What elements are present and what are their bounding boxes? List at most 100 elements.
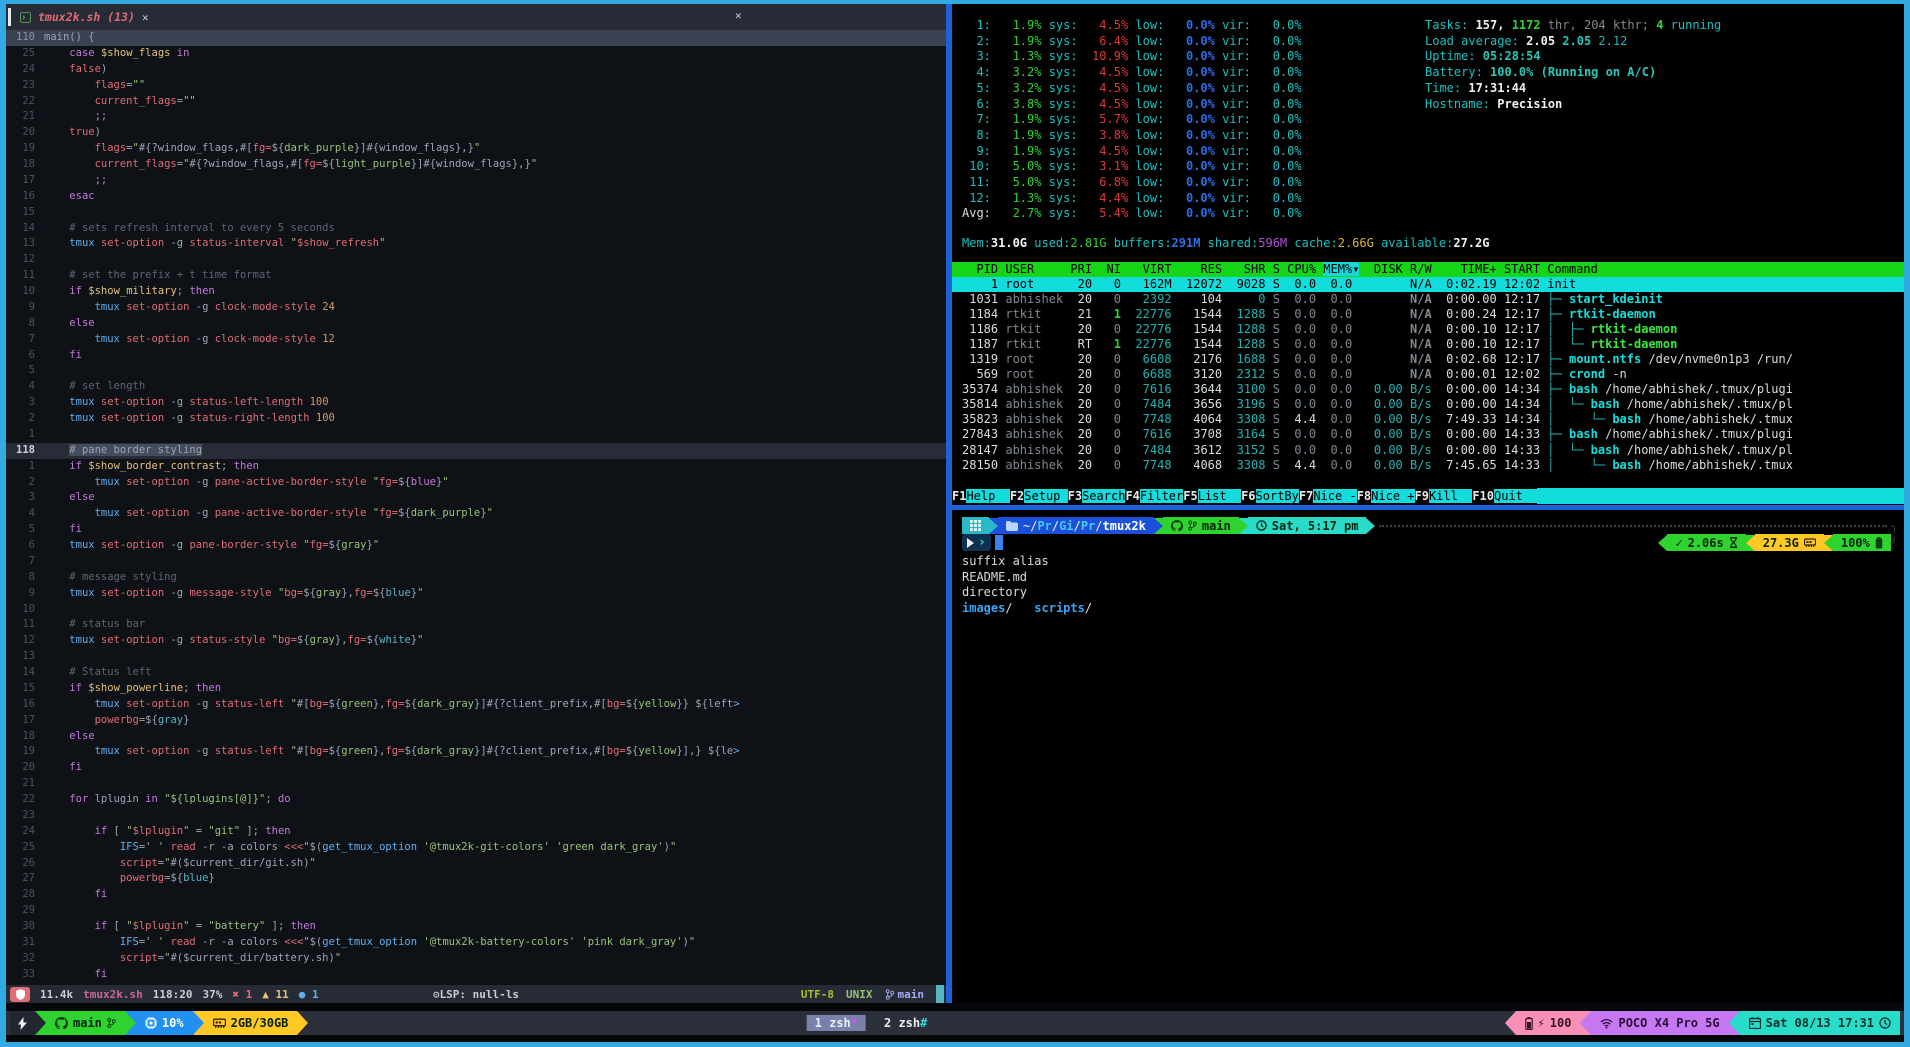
fkey-f5[interactable]: F5List xyxy=(1183,488,1241,504)
process-table-header[interactable]: PID USER PRI NI VIRT RES SHR S CPU% MEM%… xyxy=(952,262,1904,277)
process-row[interactable]: 1 root 20 0 162M 12072 9028 S 0.0 0.0 N/… xyxy=(952,277,1904,292)
terminal-cursor[interactable] xyxy=(995,535,1003,550)
code-line[interactable]: 22 for lplugin in "${lplugins[@]}"; do xyxy=(6,792,946,808)
code-line[interactable]: 18 current_flags="#{?window_flags,#[fg=$… xyxy=(6,157,946,173)
code-line[interactable]: 22 current_flags="" xyxy=(6,94,946,110)
code-line[interactable]: 25 case $show_flags in xyxy=(6,46,946,62)
code-line[interactable]: 1 if $show_border_contrast; then xyxy=(6,459,946,475)
code-line[interactable]: 13 xyxy=(6,649,946,665)
code-line[interactable]: 4 tmux set-option -g pane-active-border-… xyxy=(6,506,946,522)
tabline-close-icon[interactable]: ✕ xyxy=(735,9,742,22)
output-line: suffix alias xyxy=(962,554,1092,570)
code-line[interactable]: 12 xyxy=(6,252,946,268)
code-line[interactable]: 15 xyxy=(6,205,946,221)
code-line[interactable]: 17 powerbg=${gray} xyxy=(6,713,946,729)
code-line[interactable]: 118 # pane border styling xyxy=(6,443,946,459)
code-line[interactable]: 6 fi xyxy=(6,348,946,364)
code-line[interactable]: 17 ;; xyxy=(6,173,946,189)
process-row[interactable]: 28147 abhishek 20 0 7484 3612 3152 S 0.0… xyxy=(952,443,1904,458)
fkey-f7[interactable]: F7Nice - xyxy=(1299,488,1357,504)
tab-tmux2k[interactable]: tmux2k.sh (13) ✕ xyxy=(20,4,149,30)
code-line[interactable]: 5 fi xyxy=(6,522,946,538)
line-number: 10 xyxy=(6,602,44,618)
session-segment[interactable]: main xyxy=(46,1011,125,1035)
code-line[interactable]: 20 fi xyxy=(6,760,946,776)
code-line[interactable]: 6 tmux set-option -g pane-border-style "… xyxy=(6,538,946,554)
window-item-1-zsh[interactable]: 1 zsh* xyxy=(807,1015,866,1031)
fkey-f3[interactable]: F3Search xyxy=(1068,488,1126,504)
process-row[interactable]: 27843 abhishek 20 0 7616 3708 3164 S 0.0… xyxy=(952,427,1904,442)
code-line[interactable]: 11 # set the prefix + t time format xyxy=(6,268,946,284)
code-line[interactable]: 24 if [ "$lplugin" = "git" ]; then xyxy=(6,824,946,840)
process-row[interactable]: 1186 rtkit 20 0 22776 1544 1288 S 0.0 0.… xyxy=(952,322,1904,337)
code-line[interactable]: 110main() { xyxy=(6,30,946,46)
code-line[interactable]: 21 xyxy=(6,776,946,792)
code-line[interactable]: 23 flags="" xyxy=(6,78,946,94)
code-line[interactable]: 8 # message styling xyxy=(6,570,946,586)
code-line[interactable]: 30 if [ "$lplugin" = "battery" ]; then xyxy=(6,919,946,935)
code-line[interactable]: 3 else xyxy=(6,490,946,506)
code-line[interactable]: 18 else xyxy=(6,729,946,745)
process-row[interactable]: 569 root 20 0 6688 3120 2312 S 0.0 0.0 N… xyxy=(952,367,1904,382)
code-line[interactable]: 7 xyxy=(6,554,946,570)
code-line[interactable]: 16 esac xyxy=(6,189,946,205)
fkey-f8[interactable]: F8Nice + xyxy=(1357,488,1415,504)
code-line[interactable]: 27 powerbg=${blue} xyxy=(6,871,946,887)
code-line[interactable]: 20 true) xyxy=(6,125,946,141)
powerline-arrow xyxy=(989,518,998,534)
code-line[interactable]: 16 tmux set-option -g status-left "#[bg=… xyxy=(6,697,946,713)
code-line[interactable]: 7 tmux set-option -g clock-mode-style 12 xyxy=(6,332,946,348)
code-line[interactable]: 8 else xyxy=(6,316,946,332)
process-row[interactable]: 35814 abhishek 20 0 7484 3656 3196 S 0.0… xyxy=(952,397,1904,412)
process-row[interactable]: 35374 abhishek 20 0 7616 3644 3100 S 0.0… xyxy=(952,382,1904,397)
code-line[interactable]: 14 # sets refresh interval to every 5 se… xyxy=(6,221,946,237)
code-line[interactable]: 31 IFS=' ' read -r -a colors <<<"$(get_t… xyxy=(6,935,946,951)
fkey-f4[interactable]: F4Filter xyxy=(1125,488,1183,504)
fkey-f1[interactable]: F1Help xyxy=(952,488,1010,504)
code-line[interactable]: 25 IFS=' ' read -r -a colors <<<"$(get_t… xyxy=(6,840,946,856)
code-line[interactable]: 29 xyxy=(6,903,946,919)
code-line[interactable]: 19 tmux set-option -g status-left "#[bg=… xyxy=(6,744,946,760)
code-line[interactable]: 15 if $show_powerline; then xyxy=(6,681,946,697)
process-row[interactable]: 1184 rtkit 21 1 22776 1544 1288 S 0.0 0.… xyxy=(952,307,1904,322)
code-line[interactable]: 10 xyxy=(6,602,946,618)
code-line[interactable]: 33 fi xyxy=(6,967,946,983)
editor-code-area[interactable]: 110main() {25 case $show_flags in24 fals… xyxy=(6,30,946,983)
code-line[interactable]: 11 # status bar xyxy=(6,617,946,633)
window-item-2-zsh[interactable]: 2 zsh# xyxy=(876,1015,935,1031)
code-line[interactable]: 23 xyxy=(6,808,946,824)
code-line[interactable]: 5 xyxy=(6,363,946,379)
process-row[interactable]: 35823 abhishek 20 0 7748 4064 3308 S 4.4… xyxy=(952,412,1904,427)
code-line[interactable]: 26 script="#($current_dir/git.sh)" xyxy=(6,856,946,872)
code-line[interactable]: 14 # Status left xyxy=(6,665,946,681)
process-table[interactable]: 1 root 20 0 162M 12072 9028 S 0.0 0.0 N/… xyxy=(952,277,1904,473)
code-line[interactable]: 21 ;; xyxy=(6,109,946,125)
code-line[interactable]: 12 tmux set-option -g status-style "bg=$… xyxy=(6,633,946,649)
htop-pane: 1: 1.9% sys: 4.5% low: 0.0% vir: 0.0% 2:… xyxy=(952,4,1904,505)
fkey-f2[interactable]: F2Setup xyxy=(1010,488,1068,504)
code-line[interactable]: 13 tmux set-option -g status-interval "$… xyxy=(6,236,946,252)
fkey-f9[interactable]: F9Kill xyxy=(1415,488,1473,504)
code-line[interactable]: 2 tmux set-option -g status-right-length… xyxy=(6,411,946,427)
fkey-f6[interactable]: F6SortBy xyxy=(1241,488,1299,504)
code-line[interactable]: 10 if $show_military; then xyxy=(6,284,946,300)
code-line[interactable]: 9 tmux set-option -g clock-mode-style 24 xyxy=(6,300,946,316)
powerline-arrow xyxy=(1729,1011,1740,1035)
process-row[interactable]: 1187 rtkit RT 1 22776 1544 1288 S 0.0 0.… xyxy=(952,337,1904,352)
code-line[interactable]: 2 tmux set-option -g pane-active-border-… xyxy=(6,475,946,491)
code-line[interactable]: 1 xyxy=(6,427,946,443)
code-line[interactable]: 19 flags="#{?window_flags,#[fg=${dark_pu… xyxy=(6,141,946,157)
code-line[interactable]: 4 # set length xyxy=(6,379,946,395)
process-row[interactable]: 1031 abhishek 20 0 2392 104 0 S 0.0 0.0 … xyxy=(952,292,1904,307)
code-line[interactable]: 32 script="#($current_dir/battery.sh)" xyxy=(6,951,946,967)
process-row[interactable]: 28150 abhishek 20 0 7748 4068 3308 S 4.4… xyxy=(952,458,1904,473)
tab-close-icon[interactable]: ✕ xyxy=(142,11,149,24)
process-row[interactable]: 1319 root 20 0 6608 2176 1688 S 0.0 0.0 … xyxy=(952,352,1904,367)
code-line[interactable]: 3 tmux set-option -g status-left-length … xyxy=(6,395,946,411)
code-line[interactable]: 9 tmux set-option -g message-style "bg=$… xyxy=(6,586,946,602)
ram-icon xyxy=(213,1018,226,1029)
shell-pane[interactable]: ~/Pr/Gi/Pr/tmux2k main Sat, 5:17 pm xyxy=(952,510,1904,1003)
code-line[interactable]: 24 false) xyxy=(6,62,946,78)
fkey-f10[interactable]: F10Quit xyxy=(1472,488,1537,504)
code-line[interactable]: 28 fi xyxy=(6,887,946,903)
